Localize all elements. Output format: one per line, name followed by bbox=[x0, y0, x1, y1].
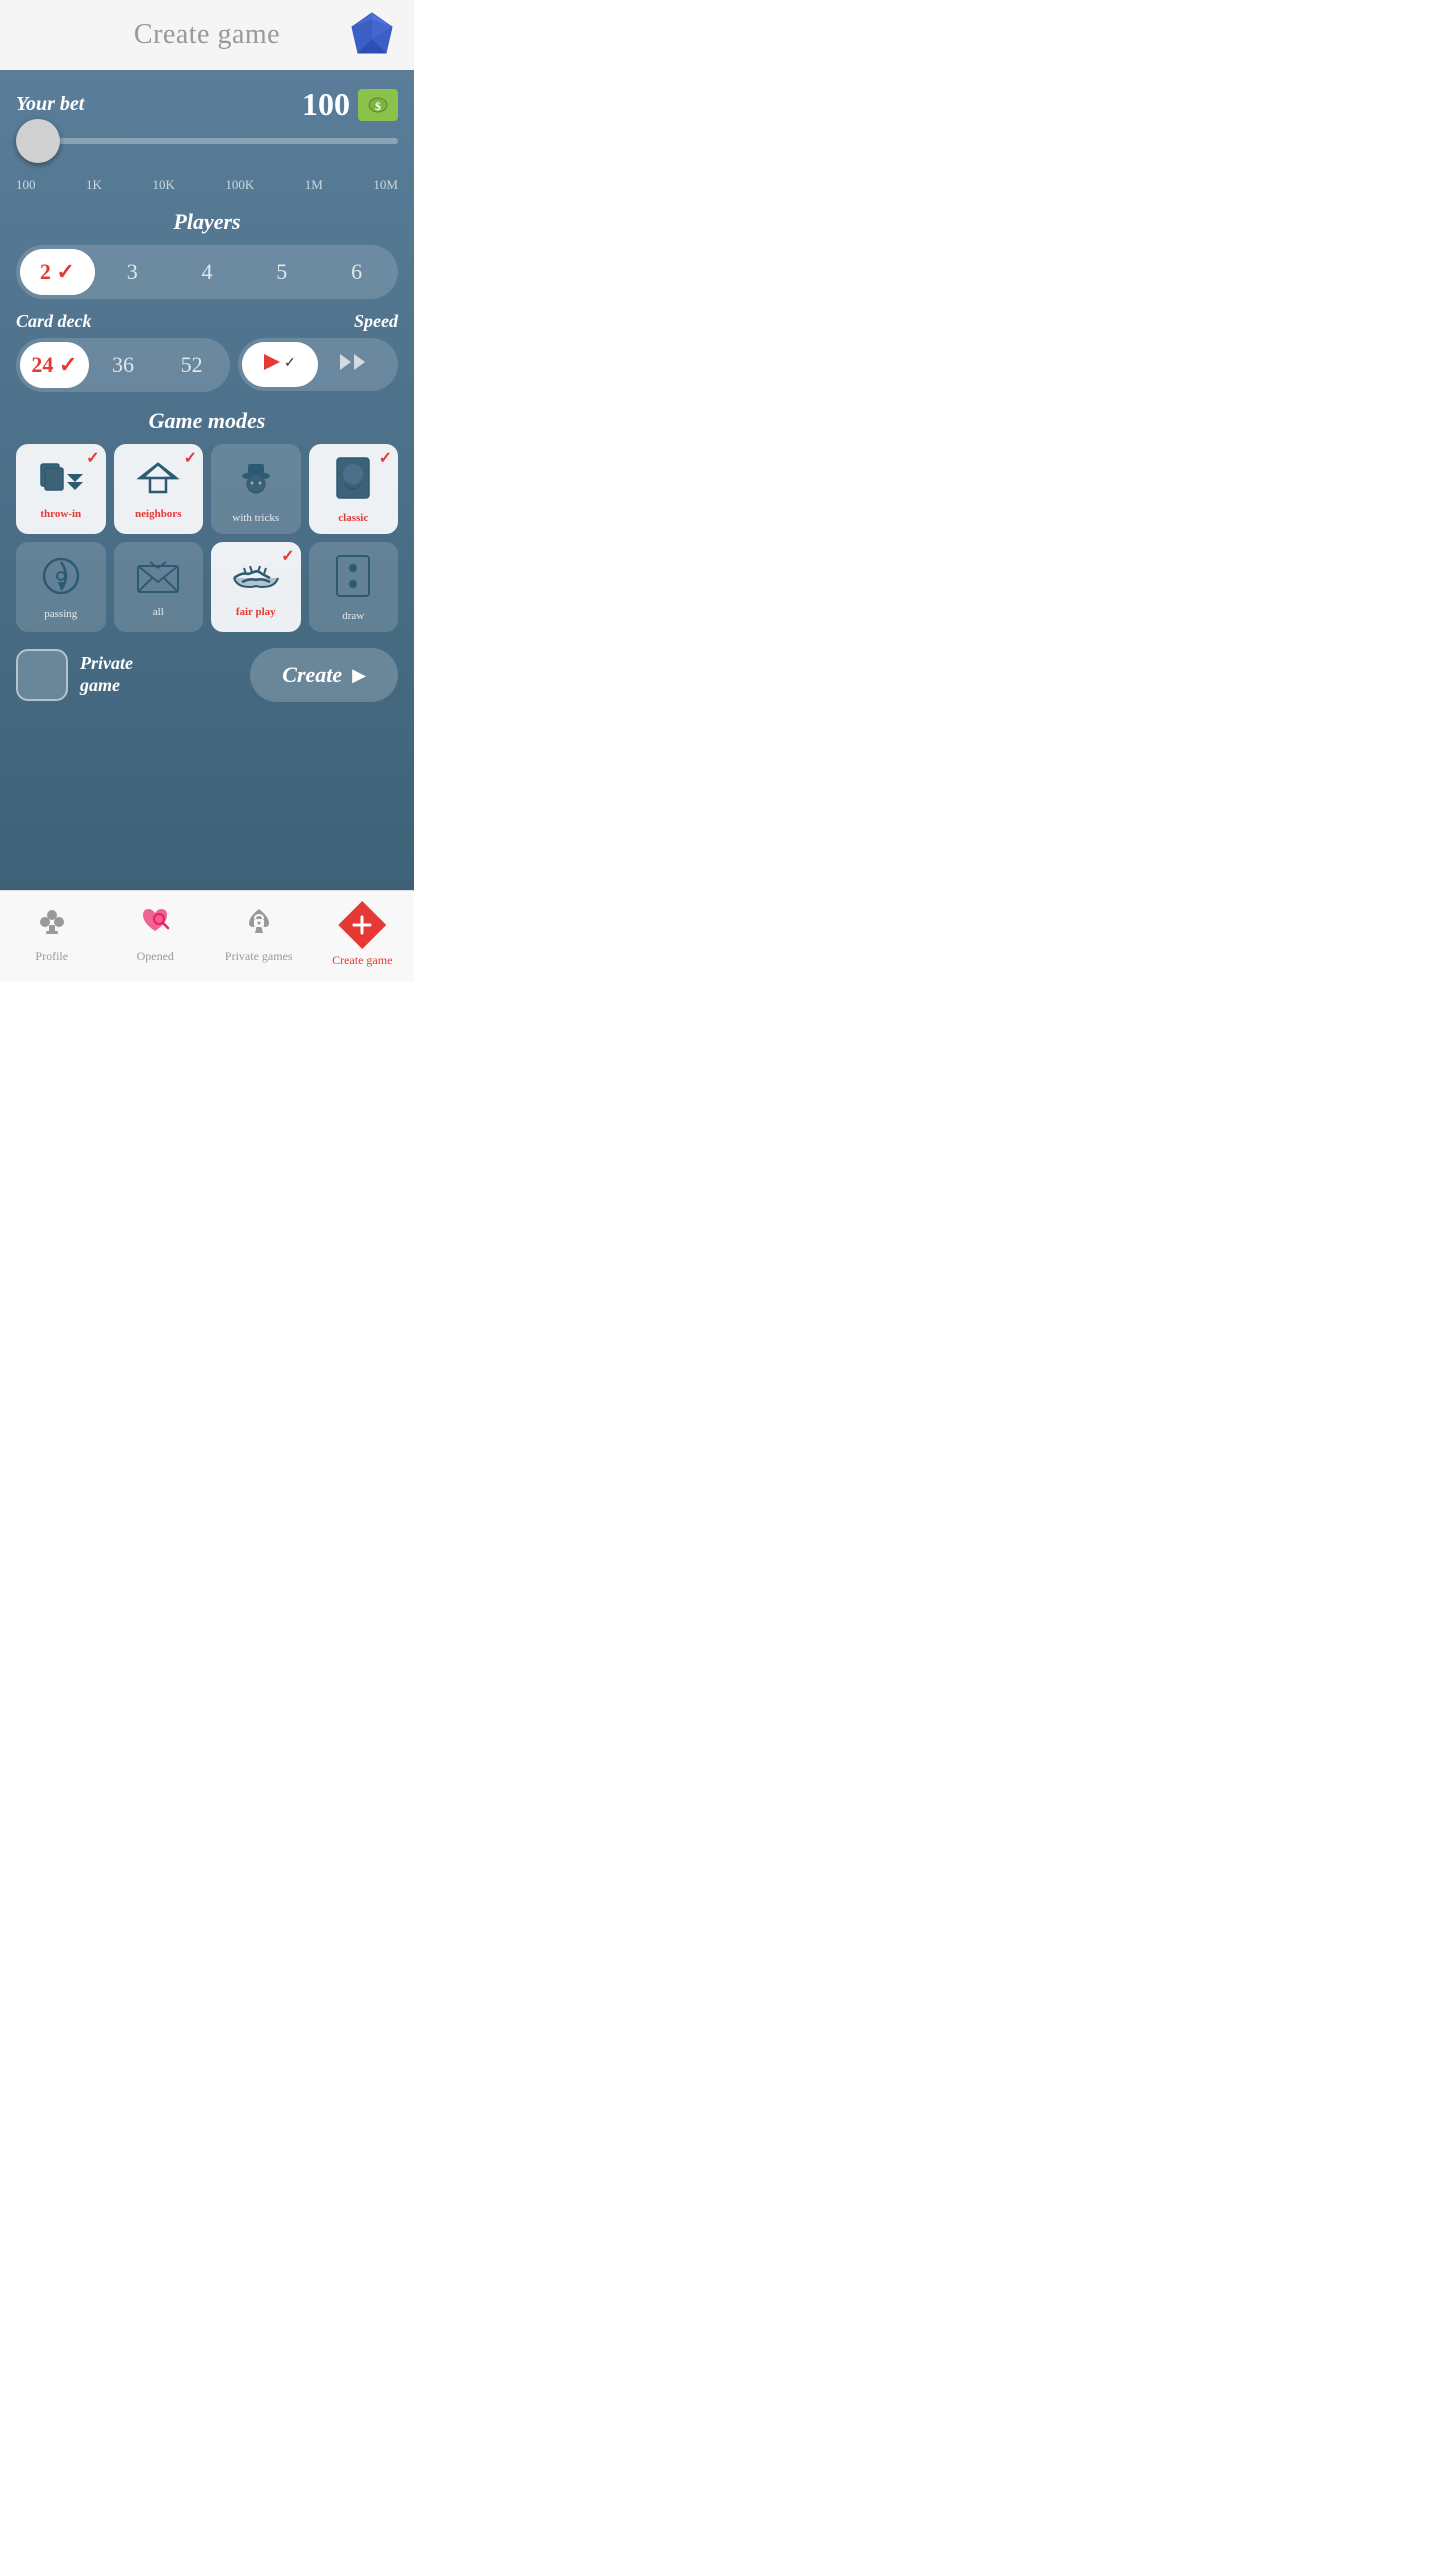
players-option-2[interactable]: 2 ✓ bbox=[20, 249, 95, 295]
opened-nav-icon bbox=[139, 905, 171, 945]
nav-item-opened[interactable]: Opened bbox=[104, 905, 208, 964]
passing-label: passing bbox=[44, 608, 77, 620]
slider-label-10m: 10M bbox=[373, 177, 398, 193]
classic-label: classic bbox=[338, 512, 368, 524]
neighbors-label: neighbors bbox=[135, 508, 181, 520]
nav-label-opened: Opened bbox=[137, 949, 174, 964]
players-option-5[interactable]: 5 bbox=[244, 249, 319, 295]
speed-selector: ✓ bbox=[238, 338, 398, 391]
nav-item-create-game[interactable]: Create game bbox=[311, 901, 415, 968]
draw-label: draw bbox=[342, 610, 364, 622]
slider-labels: 100 1K 10K 100K 1M 10M bbox=[16, 177, 398, 193]
draw-icon bbox=[335, 554, 371, 606]
nav-label-create-game: Create game bbox=[332, 953, 392, 968]
bet-slider-container[interactable]: 100 1K 10K 100K 1M 10M bbox=[16, 131, 398, 193]
main-content: Your bet 100 $ 100 1K 10K 100K 1M 10M Pl… bbox=[0, 70, 414, 890]
game-modes-grid: ✓ throw-in ✓ n bbox=[16, 444, 398, 632]
passing-icon bbox=[41, 556, 81, 604]
create-button[interactable]: Create ▶ bbox=[250, 648, 398, 702]
mode-neighbors[interactable]: ✓ neighbors bbox=[114, 444, 204, 534]
neighbors-checkmark: ✓ bbox=[184, 448, 197, 468]
create-button-arrow-icon: ▶ bbox=[352, 665, 366, 686]
deck-option-24[interactable]: 24 ✓ bbox=[20, 342, 89, 388]
slider-label-1k: 1K bbox=[86, 177, 102, 193]
mode-passing[interactable]: passing bbox=[16, 542, 106, 632]
fair-play-icon bbox=[232, 558, 280, 602]
nav-label-profile: Profile bbox=[35, 949, 68, 964]
svg-text:✓: ✓ bbox=[284, 356, 296, 371]
speed-label: Speed bbox=[238, 311, 398, 332]
nav-label-private-games: Private games bbox=[225, 949, 293, 964]
fair-play-label: fair play bbox=[236, 606, 276, 618]
bottom-action-row: Privategame Create ▶ bbox=[16, 648, 398, 702]
slider-label-100k: 100K bbox=[225, 177, 254, 193]
with-tricks-label: with tricks bbox=[232, 512, 279, 524]
bottom-nav: Profile Opened Private games bbox=[0, 890, 414, 982]
bet-section: Your bet 100 $ bbox=[16, 86, 398, 123]
create-game-nav-icon bbox=[338, 901, 386, 949]
create-button-label: Create bbox=[282, 662, 342, 688]
fair-play-checkmark: ✓ bbox=[281, 546, 294, 566]
bet-value: 100 bbox=[302, 86, 350, 123]
speed-option-fast[interactable] bbox=[318, 342, 394, 387]
gem-icon bbox=[350, 11, 398, 59]
speed-col: Speed ✓ bbox=[238, 311, 398, 391]
deck-speed-row: Card deck 24 ✓ 36 52 Speed ✓ bbox=[16, 311, 398, 392]
bet-value-container: 100 $ bbox=[302, 86, 398, 123]
slider-label-10k: 10K bbox=[152, 177, 174, 193]
mode-all[interactable]: all bbox=[114, 542, 204, 632]
neighbors-icon bbox=[136, 460, 180, 504]
deck-selector: 24 ✓ 36 52 bbox=[16, 338, 230, 392]
nav-item-profile[interactable]: Profile bbox=[0, 905, 104, 964]
deck-option-36[interactable]: 36 bbox=[89, 342, 158, 388]
svg-text:$: $ bbox=[375, 99, 381, 113]
classic-checkmark: ✓ bbox=[379, 448, 392, 468]
deck-option-52[interactable]: 52 bbox=[157, 342, 226, 388]
coin-icon: $ bbox=[358, 89, 398, 121]
deck-label: Card deck bbox=[16, 311, 238, 332]
throw-in-icon bbox=[39, 460, 83, 504]
private-game-checkbox[interactable] bbox=[16, 649, 68, 701]
mode-draw[interactable]: draw bbox=[309, 542, 399, 632]
deck-col: Card deck 24 ✓ 36 52 bbox=[16, 311, 238, 392]
mode-throw-in[interactable]: ✓ throw-in bbox=[16, 444, 106, 534]
players-option-3[interactable]: 3 bbox=[95, 249, 170, 295]
nav-item-private-games[interactable]: Private games bbox=[207, 905, 311, 964]
classic-icon bbox=[335, 456, 371, 508]
page-title: Create game bbox=[134, 19, 280, 51]
players-title: Players bbox=[16, 209, 398, 235]
profile-nav-icon bbox=[36, 905, 68, 945]
players-option-6[interactable]: 6 bbox=[319, 249, 394, 295]
slider-label-100: 100 bbox=[16, 177, 36, 193]
all-label: all bbox=[153, 606, 164, 618]
mode-classic[interactable]: ✓ classic bbox=[309, 444, 399, 534]
private-games-nav-icon bbox=[243, 905, 275, 945]
throw-in-label: throw-in bbox=[40, 508, 81, 520]
mode-with-tricks[interactable]: with tricks bbox=[211, 444, 301, 534]
slider-label-1m: 1M bbox=[305, 177, 323, 193]
throw-in-checkmark: ✓ bbox=[86, 448, 99, 468]
with-tricks-icon bbox=[234, 456, 278, 508]
players-option-4[interactable]: 4 bbox=[170, 249, 245, 295]
speed-option-normal[interactable]: ✓ bbox=[242, 342, 318, 387]
private-game-section: Privategame bbox=[16, 649, 133, 701]
all-icon bbox=[136, 558, 180, 602]
bet-slider[interactable] bbox=[16, 138, 398, 144]
header: Create game bbox=[0, 0, 414, 70]
private-game-label: Privategame bbox=[80, 653, 133, 696]
bet-label: Your bet bbox=[16, 93, 84, 116]
players-selector: 2 ✓ 3 4 5 6 bbox=[16, 245, 398, 299]
game-modes-title: Game modes bbox=[16, 408, 398, 434]
mode-fair-play[interactable]: ✓ fair play bbox=[211, 542, 301, 632]
